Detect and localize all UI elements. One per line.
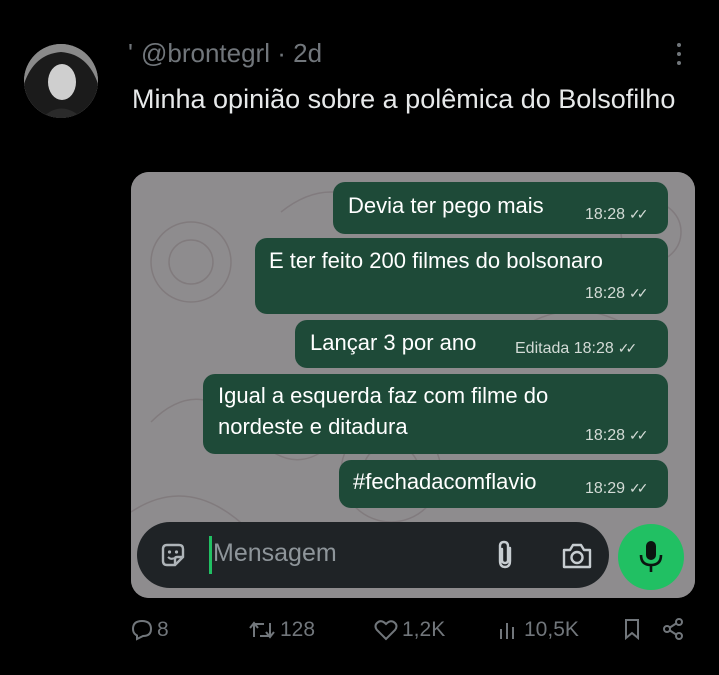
- read-ticks-icon: ✓✓: [629, 285, 649, 301]
- message-bubble[interactable]: Igual a esquerda faz com filme do nordes…: [203, 374, 668, 454]
- message-bubble[interactable]: #fechadacomflavio 18:29 ✓✓: [339, 460, 668, 508]
- retweet-icon: [249, 621, 275, 639]
- sticker-icon[interactable]: [159, 541, 187, 569]
- message-text: E ter feito 200 filmes do bolsonaro: [269, 248, 603, 273]
- message-bubble[interactable]: E ter feito 200 filmes do bolsonaro 18:2…: [255, 238, 668, 314]
- attach-icon[interactable]: [495, 540, 515, 570]
- tweet-image[interactable]: Devia ter pego mais 18:28 ✓✓ E ter feito …: [131, 172, 695, 598]
- prefix-mark: ': [128, 38, 133, 68]
- views-count: 10,5K: [524, 618, 579, 641]
- bookmark-button[interactable]: [622, 618, 646, 640]
- like-button[interactable]: 1,2K: [374, 618, 445, 642]
- read-ticks-icon: ✓✓: [629, 206, 649, 222]
- tweet-time[interactable]: 2d: [293, 38, 322, 68]
- message-text: Lançar 3 por ano: [310, 330, 477, 355]
- share-button[interactable]: [662, 618, 688, 640]
- message-text: Devia ter pego mais: [348, 193, 544, 218]
- message-meta: 18:28 ✓✓: [585, 285, 649, 302]
- message-text: #fechadacomflavio: [353, 469, 537, 494]
- microphone-icon: [639, 541, 663, 572]
- separator: ·: [277, 38, 286, 68]
- message-composer[interactable]: Mensagem: [137, 522, 609, 588]
- like-count: 1,2K: [402, 618, 446, 641]
- message-text: Igual a esquerda faz com filme do nordes…: [218, 383, 549, 439]
- read-ticks-icon: ✓✓: [629, 480, 649, 496]
- message-meta: 18:29 ✓✓: [585, 480, 649, 497]
- views-icon: [500, 623, 514, 639]
- message-meta: 18:28 ✓✓: [585, 427, 649, 444]
- tweet-actions: 8 128 1,2K 10,5K: [0, 618, 719, 648]
- tweet-text: Minha opinião sobre a polêmica do Bolsof…: [132, 84, 676, 114]
- reply-icon: [131, 619, 153, 641]
- retweet-count: 128: [280, 618, 316, 641]
- retweet-button[interactable]: 128: [248, 618, 315, 642]
- avatar[interactable]: [24, 44, 98, 118]
- read-ticks-icon: ✓✓: [629, 427, 649, 443]
- reply-button[interactable]: 8: [131, 618, 169, 642]
- message-bubble[interactable]: Devia ter pego mais 18:28 ✓✓: [333, 182, 668, 234]
- message-input[interactable]: Mensagem: [213, 539, 337, 568]
- reply-count: 8: [157, 618, 169, 641]
- text-cursor: [209, 536, 212, 574]
- author-handle[interactable]: @brontegrl: [141, 38, 270, 68]
- share-icon: [663, 618, 683, 640]
- message-meta: Editada 18:28 ✓✓: [515, 340, 638, 357]
- views-button[interactable]: 10,5K: [498, 618, 579, 642]
- tweet-header: ' @brontegrl · 2d: [128, 38, 322, 69]
- mic-button[interactable]: [618, 524, 684, 590]
- heart-icon: [374, 620, 398, 641]
- message-bubble[interactable]: Lançar 3 por ano Editada 18:28 ✓✓: [295, 320, 668, 368]
- more-options-icon[interactable]: [670, 40, 688, 70]
- camera-icon[interactable]: [561, 542, 593, 570]
- message-meta: 18:28 ✓✓: [585, 206, 649, 223]
- bookmark-icon: [625, 619, 639, 640]
- read-ticks-icon: ✓✓: [617, 340, 638, 356]
